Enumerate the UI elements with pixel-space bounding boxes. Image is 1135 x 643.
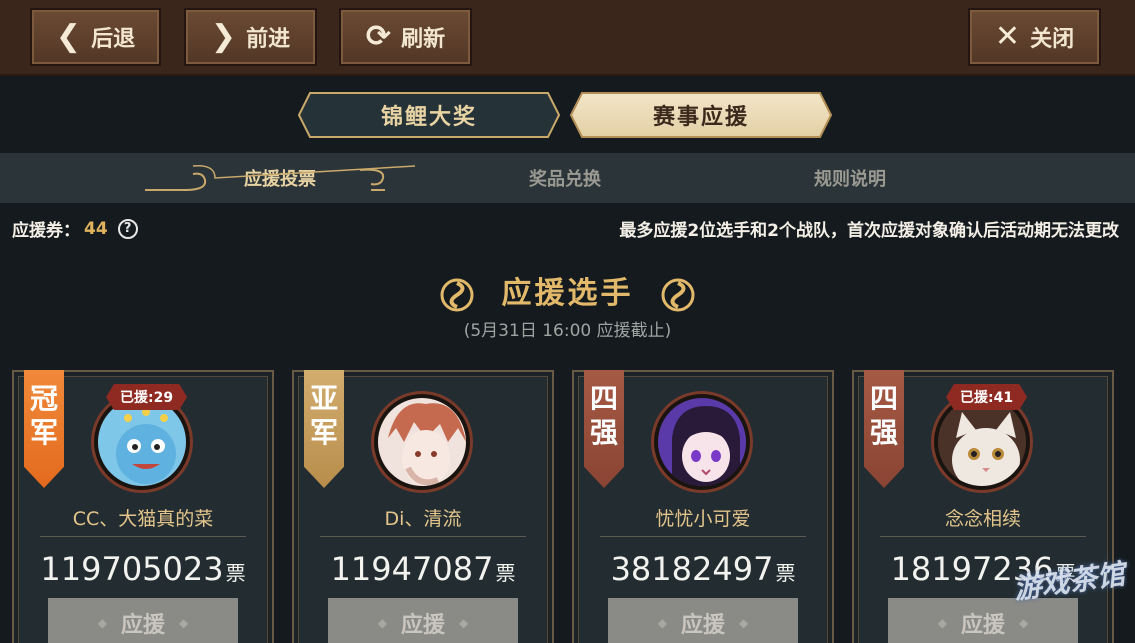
vote-unit: 票 xyxy=(775,561,796,585)
support-button-label: 应援 xyxy=(960,613,1005,638)
forward-button[interactable]: ❯ 前进 xyxy=(184,8,317,66)
deadline-text: (5月31日 16:00 应援截止) xyxy=(463,321,672,341)
rank-char: 冠 xyxy=(29,382,58,415)
player-card: 冠 军 已援:29 CC、大猫真的菜 119705023 票 ◆ 应援 ◆ xyxy=(12,370,274,643)
tab-event-support[interactable]: 赛事应援 xyxy=(570,92,832,138)
player-name: Di、清流 xyxy=(384,508,462,530)
diamond-icon: ◆ xyxy=(739,616,749,630)
diamond-icon: ◆ xyxy=(657,616,667,630)
diamond-icon: ◆ xyxy=(459,616,469,630)
vote-count: 11947087 票 xyxy=(294,550,552,588)
player-name: 忧忧小可爱 xyxy=(655,508,751,530)
support-button[interactable]: ◆ 应援 ◆ xyxy=(888,598,1078,643)
diamond-icon: ◆ xyxy=(179,616,189,630)
close-label: 关闭 xyxy=(1030,27,1075,52)
rank-char: 四 xyxy=(589,382,618,415)
back-label: 后退 xyxy=(91,27,136,52)
help-icon[interactable]: ? xyxy=(117,218,138,239)
rank-char: 强 xyxy=(869,416,898,449)
support-limit-notice: 最多应援2位选手和2个战队，首次应援对象确认后活动期无法更改 xyxy=(619,221,1119,241)
divider xyxy=(880,536,1086,537)
subtab-vote-label: 应援投票 xyxy=(244,169,316,190)
support-button[interactable]: ◆ 应援 ◆ xyxy=(608,598,798,643)
top-toolbar: ❮ 后退 ❯ 前进 ⟳ 刷新 ✕ 关闭 xyxy=(0,0,1135,76)
player-card: 四 强 已援:41 念念相续 18197236 票 ◆ 应援 ◆ xyxy=(852,370,1114,643)
rank-ribbon: 亚 军 xyxy=(304,370,344,488)
vote-unit: 票 xyxy=(495,561,516,585)
vote-number: 119705023 xyxy=(40,550,224,588)
tab-koi-label: 锦鲤大奖 xyxy=(380,105,477,130)
support-button[interactable]: ◆ 应援 ◆ xyxy=(328,598,518,643)
support-button-label: 应援 xyxy=(400,613,445,638)
rank-char: 亚 xyxy=(309,382,338,415)
swirl-emblem-icon xyxy=(661,278,695,311)
subtab-prize-exchange[interactable]: 奖品兑换 xyxy=(450,153,680,203)
support-button-label: 应援 xyxy=(680,613,725,638)
rank-ribbon: 冠 军 xyxy=(24,370,64,488)
rank-char: 军 xyxy=(29,416,58,449)
player-card: 四 强 忧忧小可爱 38182497 票 ◆ 应援 ◆ xyxy=(572,370,834,643)
tab-support-label: 赛事应援 xyxy=(652,105,749,130)
subtab-rules-label: 规则说明 xyxy=(814,169,886,190)
rank-ribbon: 四 强 xyxy=(584,370,624,488)
rank-ribbon: 四 强 xyxy=(864,370,904,488)
player-name: 念念相续 xyxy=(944,508,1021,530)
voucher-label: 应援券： xyxy=(12,221,80,241)
rank-char: 军 xyxy=(309,416,338,449)
supported-badge: 已援:29 xyxy=(106,384,187,410)
rank-char: 四 xyxy=(869,382,898,415)
diamond-icon: ◆ xyxy=(1019,616,1029,630)
section-title-text: 应援选手 xyxy=(501,276,634,311)
divider xyxy=(40,536,246,537)
player-card: 亚 军 Di、清流 11947087 票 ◆ 应援 ◆ xyxy=(292,370,554,643)
rank-char: 强 xyxy=(589,416,618,449)
diamond-icon: ◆ xyxy=(97,616,107,630)
close-icon: ✕ xyxy=(994,19,1021,54)
avatar-image xyxy=(658,398,746,486)
forward-label: 前进 xyxy=(246,27,291,52)
avatar-image xyxy=(938,398,1026,486)
player-name: CC、大猫真的菜 xyxy=(72,508,214,530)
subtab-rules[interactable]: 规则说明 xyxy=(740,153,960,203)
supported-badge: 已援:41 xyxy=(946,384,1027,410)
back-button[interactable]: ❮ 后退 xyxy=(30,8,161,66)
vote-count: 38182497 票 xyxy=(574,550,832,588)
avatar[interactable] xyxy=(374,394,470,490)
vote-unit: 票 xyxy=(225,561,246,585)
diamond-icon: ◆ xyxy=(377,616,387,630)
subtab-prize-label: 奖品兑换 xyxy=(529,169,601,190)
vote-number: 38182497 xyxy=(610,550,774,588)
section-title: 应援选手 xyxy=(0,268,1135,312)
subtab-support-vote[interactable]: 应援投票 xyxy=(150,153,410,203)
tab-koi-prize[interactable]: 锦鲤大奖 xyxy=(298,92,560,138)
avatar[interactable] xyxy=(654,394,750,490)
refresh-button[interactable]: ⟳ 刷新 xyxy=(339,8,472,66)
support-button[interactable]: ◆ 应援 ◆ xyxy=(48,598,238,643)
divider xyxy=(320,536,526,537)
refresh-icon: ⟳ xyxy=(365,19,392,54)
refresh-label: 刷新 xyxy=(401,27,446,52)
close-button[interactable]: ✕ 关闭 xyxy=(968,8,1101,66)
voucher-info: 应援券： 44 ? xyxy=(12,216,138,241)
voucher-count: 44 xyxy=(84,218,108,239)
avatar-image xyxy=(98,398,186,486)
avatar-image xyxy=(378,398,466,486)
swirl-emblem-icon xyxy=(440,278,474,311)
support-button-label: 应援 xyxy=(120,613,165,638)
vote-number: 11947087 xyxy=(330,550,494,588)
chevron-left-icon: ❮ xyxy=(55,19,82,54)
diamond-icon: ◆ xyxy=(937,616,947,630)
chevron-right-icon: ❯ xyxy=(210,19,237,54)
divider xyxy=(600,536,806,537)
vote-count: 119705023 票 xyxy=(14,550,272,588)
sub-tab-bar: 应援投票 奖品兑换 规则说明 xyxy=(0,153,1135,203)
